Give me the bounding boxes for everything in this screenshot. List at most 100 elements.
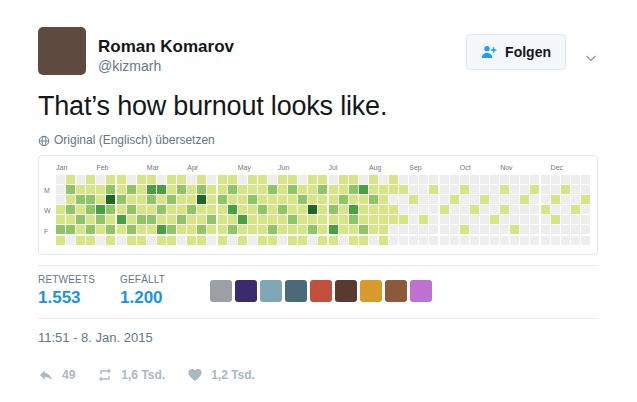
day-cell[interactable] bbox=[510, 236, 519, 245]
author-name[interactable]: Roman Komarov bbox=[98, 36, 234, 57]
day-cell[interactable] bbox=[177, 195, 186, 204]
day-cell[interactable] bbox=[308, 215, 317, 224]
day-cell[interactable] bbox=[541, 175, 550, 184]
day-cell[interactable] bbox=[106, 236, 115, 245]
day-cell[interactable] bbox=[551, 175, 560, 184]
day-cell[interactable] bbox=[460, 205, 469, 214]
day-cell[interactable] bbox=[137, 225, 146, 234]
day-cell[interactable] bbox=[541, 185, 550, 194]
day-cell[interactable] bbox=[581, 205, 590, 214]
day-cell[interactable] bbox=[551, 205, 560, 214]
day-cell[interactable] bbox=[238, 236, 247, 245]
day-cell[interactable] bbox=[157, 185, 166, 194]
day-cell[interactable] bbox=[581, 225, 590, 234]
day-cell[interactable] bbox=[440, 195, 449, 204]
day-cell[interactable] bbox=[470, 225, 479, 234]
day-cell[interactable] bbox=[379, 175, 388, 184]
day-cell[interactable] bbox=[218, 185, 227, 194]
day-cell[interactable] bbox=[520, 185, 529, 194]
day-cell[interactable] bbox=[248, 185, 257, 194]
day-cell[interactable] bbox=[429, 236, 438, 245]
day-cell[interactable] bbox=[379, 215, 388, 224]
day-cell[interactable] bbox=[86, 236, 95, 245]
day-cell[interactable] bbox=[177, 225, 186, 234]
day-cell[interactable] bbox=[460, 195, 469, 204]
day-cell[interactable] bbox=[470, 185, 479, 194]
day-cell[interactable] bbox=[167, 236, 176, 245]
day-cell[interactable] bbox=[298, 225, 307, 234]
day-cell[interactable] bbox=[329, 185, 338, 194]
day-cell[interactable] bbox=[389, 205, 398, 214]
day-cell[interactable] bbox=[187, 205, 196, 214]
day-cell[interactable] bbox=[218, 195, 227, 204]
day-cell[interactable] bbox=[399, 236, 408, 245]
day-cell[interactable] bbox=[419, 185, 428, 194]
day-cell[interactable] bbox=[329, 175, 338, 184]
day-cell[interactable] bbox=[228, 236, 237, 245]
day-cell[interactable] bbox=[369, 205, 378, 214]
day-cell[interactable] bbox=[207, 175, 216, 184]
day-cell[interactable] bbox=[86, 215, 95, 224]
day-cell[interactable] bbox=[187, 236, 196, 245]
stat-value[interactable]: 1.200 bbox=[120, 286, 178, 310]
day-cell[interactable] bbox=[460, 185, 469, 194]
liker-avatar[interactable] bbox=[310, 280, 332, 302]
day-cell[interactable] bbox=[440, 175, 449, 184]
day-cell[interactable] bbox=[308, 205, 317, 214]
day-cell[interactable] bbox=[147, 205, 156, 214]
day-cell[interactable] bbox=[127, 175, 136, 184]
liker-avatar[interactable] bbox=[385, 280, 407, 302]
day-cell[interactable] bbox=[238, 205, 247, 214]
day-cell[interactable] bbox=[106, 225, 115, 234]
day-cell[interactable] bbox=[530, 205, 539, 214]
day-cell[interactable] bbox=[66, 205, 75, 214]
day-cell[interactable] bbox=[147, 225, 156, 234]
day-cell[interactable] bbox=[389, 195, 398, 204]
day-cell[interactable] bbox=[298, 195, 307, 204]
day-cell[interactable] bbox=[268, 185, 277, 194]
day-cell[interactable] bbox=[339, 225, 348, 234]
day-cell[interactable] bbox=[106, 205, 115, 214]
author-handle[interactable]: @kizmarh bbox=[98, 57, 234, 75]
day-cell[interactable] bbox=[157, 205, 166, 214]
day-cell[interactable] bbox=[56, 236, 65, 245]
day-cell[interactable] bbox=[541, 205, 550, 214]
day-cell[interactable] bbox=[349, 215, 358, 224]
day-cell[interactable] bbox=[399, 195, 408, 204]
day-cell[interactable] bbox=[207, 215, 216, 224]
day-cell[interactable] bbox=[530, 195, 539, 204]
day-cell[interactable] bbox=[218, 225, 227, 234]
day-cell[interactable] bbox=[288, 175, 297, 184]
day-cell[interactable] bbox=[76, 205, 85, 214]
day-cell[interactable] bbox=[450, 175, 459, 184]
day-cell[interactable] bbox=[349, 205, 358, 214]
day-cell[interactable] bbox=[308, 236, 317, 245]
day-cell[interactable] bbox=[359, 236, 368, 245]
day-cell[interactable] bbox=[460, 236, 469, 245]
day-cell[interactable] bbox=[207, 225, 216, 234]
day-cell[interactable] bbox=[409, 195, 418, 204]
day-cell[interactable] bbox=[278, 175, 287, 184]
follow-button[interactable]: Folgen bbox=[466, 34, 566, 70]
day-cell[interactable] bbox=[409, 175, 418, 184]
day-cell[interactable] bbox=[207, 195, 216, 204]
day-cell[interactable] bbox=[359, 205, 368, 214]
day-cell[interactable] bbox=[419, 195, 428, 204]
day-cell[interactable] bbox=[480, 195, 489, 204]
day-cell[interactable] bbox=[329, 225, 338, 234]
day-cell[interactable] bbox=[490, 175, 499, 184]
day-cell[interactable] bbox=[541, 195, 550, 204]
day-cell[interactable] bbox=[117, 175, 126, 184]
day-cell[interactable] bbox=[187, 185, 196, 194]
day-cell[interactable] bbox=[106, 195, 115, 204]
day-cell[interactable] bbox=[359, 175, 368, 184]
day-cell[interactable] bbox=[127, 236, 136, 245]
day-cell[interactable] bbox=[500, 185, 509, 194]
day-cell[interactable] bbox=[86, 175, 95, 184]
day-cell[interactable] bbox=[288, 205, 297, 214]
day-cell[interactable] bbox=[177, 215, 186, 224]
day-cell[interactable] bbox=[268, 215, 277, 224]
retweet-button[interactable]: 1,6 Tsd. bbox=[97, 367, 165, 383]
day-cell[interactable] bbox=[127, 185, 136, 194]
day-cell[interactable] bbox=[318, 236, 327, 245]
